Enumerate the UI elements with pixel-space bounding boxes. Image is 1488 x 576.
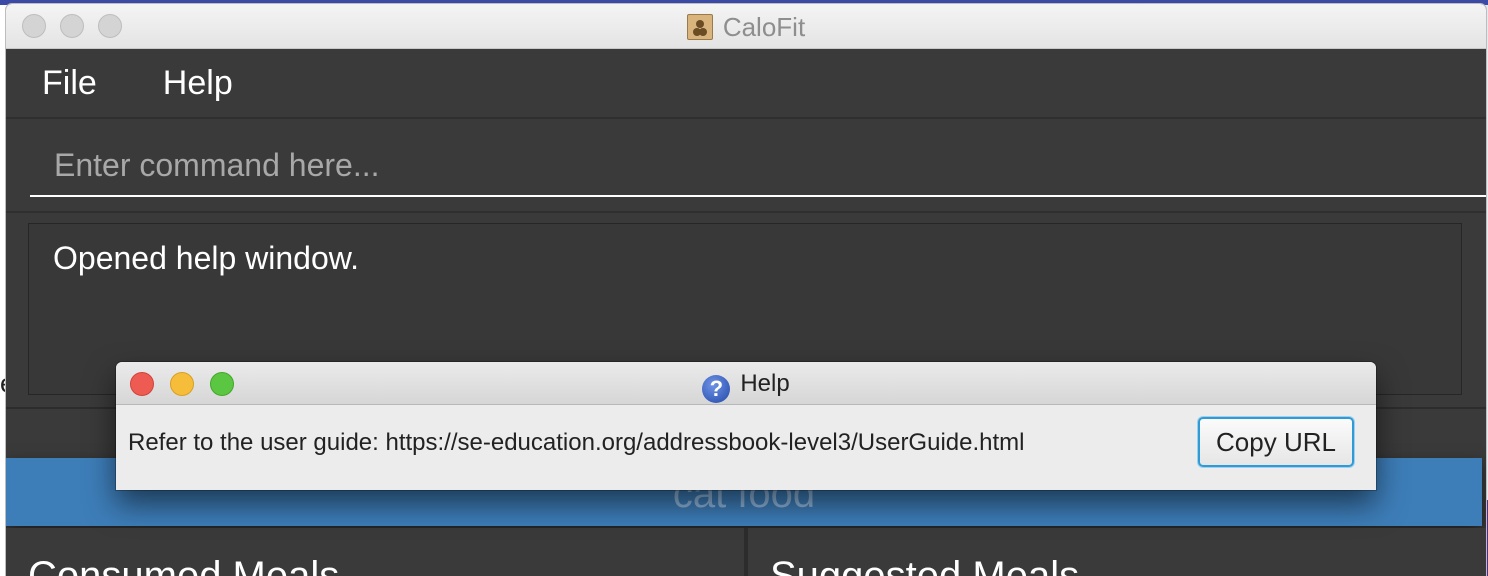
help-message: Refer to the user guide: https://se-educ… <box>128 429 1025 456</box>
suggested-meals-panel: Suggested Meals <box>748 528 1486 576</box>
help-title: Help <box>740 370 790 397</box>
meal-panels: Consumed Meals Suggested Meals <box>6 528 1486 576</box>
command-box <box>6 119 1486 213</box>
menu-file[interactable]: File <box>30 58 109 109</box>
window-title: CaloFit <box>722 12 806 42</box>
help-titlebar[interactable]: ? Help <box>116 362 1376 405</box>
menu-help[interactable]: Help <box>151 58 245 109</box>
contacts-app-icon <box>686 14 713 40</box>
help-dialog: ? Help Refer to the user guide: https://s… <box>116 362 1376 490</box>
consumed-meals-title: Consumed Meals <box>28 554 340 576</box>
result-message: Opened help window. <box>53 240 359 276</box>
main-window: CaloFit File Help Opened help window. ca… <box>6 4 1486 576</box>
window-title-group: CaloFit <box>6 12 1486 43</box>
help-body: Refer to the user guide: https://se-educ… <box>116 405 1376 490</box>
help-title-group: ? Help <box>116 370 1376 403</box>
copy-url-button[interactable]: Copy URL <box>1198 417 1354 467</box>
main-titlebar[interactable]: CaloFit <box>6 4 1486 49</box>
menu-bar: File Help <box>6 49 1486 119</box>
suggested-meals-title: Suggested Meals <box>770 554 1080 576</box>
command-input[interactable] <box>30 143 1486 197</box>
question-mark-icon: ? <box>702 375 731 403</box>
consumed-meals-panel: Consumed Meals <box>6 528 748 576</box>
